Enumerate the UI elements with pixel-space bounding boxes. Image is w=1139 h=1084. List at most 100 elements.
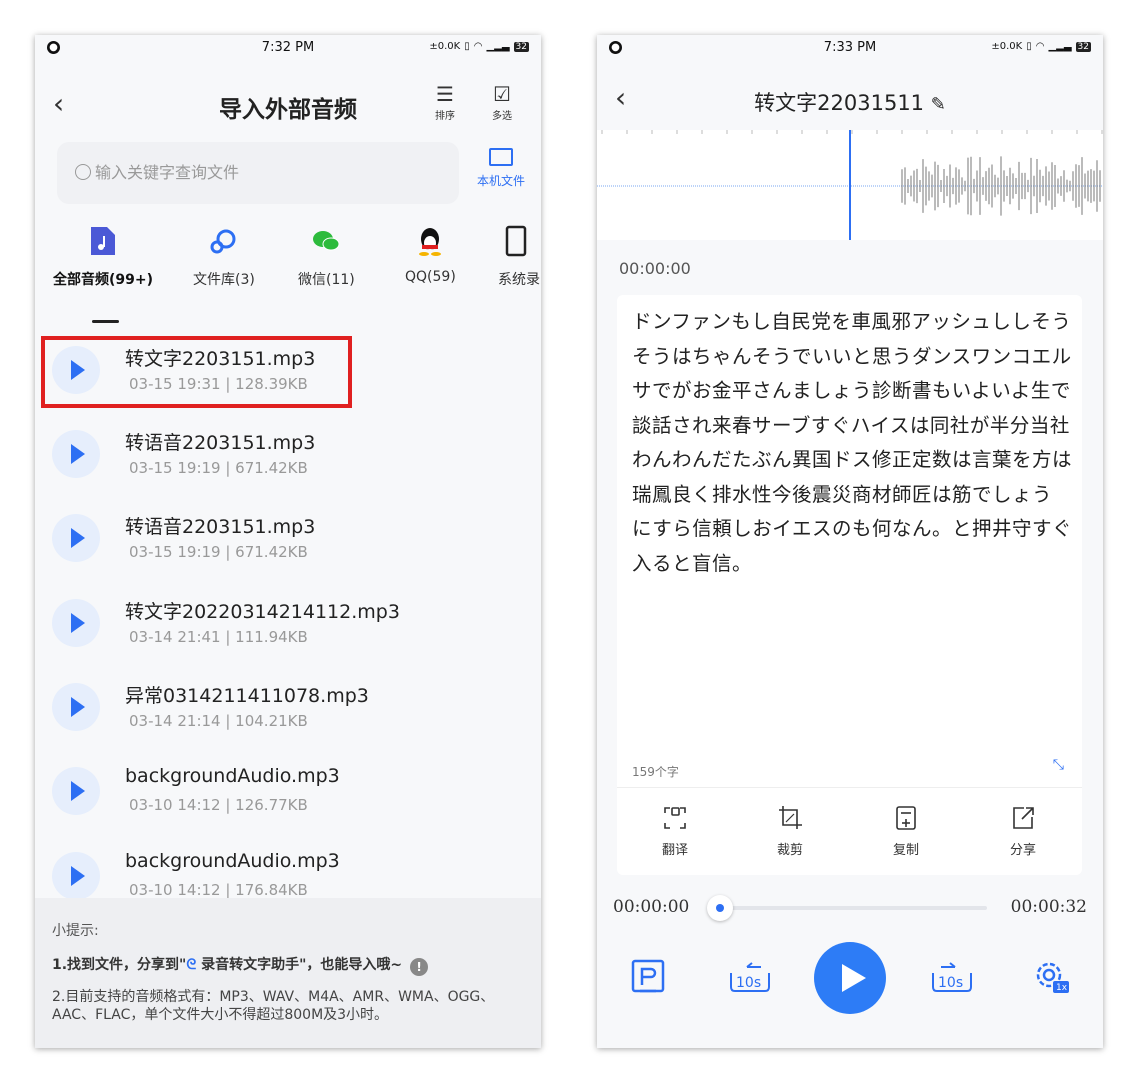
status-indicators: ±0.0K ▯ ◠ ▁▂▃ 32 xyxy=(429,41,529,52)
cloud-icon xyxy=(210,229,236,254)
tip-line-1: 1.找到文件，分享到"ᘓ 录音转文字助手"，也能导入哦~! xyxy=(52,954,429,976)
active-tab-indicator xyxy=(92,320,119,323)
char-count: 159个字 xyxy=(632,765,679,779)
tab-label: QQ(59) xyxy=(405,269,456,285)
toolbar: 翻译 裁剪 复制 分享 xyxy=(617,805,1082,865)
search-placeholder: 输入关键字查询文件 xyxy=(95,163,240,182)
progress-track[interactable] xyxy=(719,906,987,910)
tip-line-2: 2.目前支持的音频格式有：MP3、WAV、M4A、AMR、WMA、OGG、AAC… xyxy=(52,989,495,1023)
edit-icon[interactable]: ✎ xyxy=(931,94,946,115)
waveform[interactable] xyxy=(597,130,1103,240)
tool-label: 裁剪 xyxy=(776,843,803,858)
rewind-icon: 10s xyxy=(730,962,770,992)
category-tabs: 全部音频(99+) 文件库(3) 微信(11) QQ(59) 系统录 xyxy=(35,225,541,305)
tab-label: 文件库(3) xyxy=(193,272,255,288)
play-icon[interactable] xyxy=(52,767,100,815)
status-bar: ● 7:32 PM ±0.0K ▯ ◠ ▁▂▃ 32 xyxy=(35,35,541,63)
page-title: 导入外部音频 xyxy=(219,97,357,123)
cloud-icon: ᘓ xyxy=(186,957,197,973)
forward-10s-button[interactable]: 10s xyxy=(927,955,977,999)
total-time: 00:00:32 xyxy=(1010,897,1087,917)
file-name: 转语音2203151.mp3 xyxy=(125,432,316,454)
file-item[interactable]: 转语音2203151.mp3 03-15 19:19 | 671.42KB xyxy=(35,416,541,496)
vibrate-icon: ▯ xyxy=(1026,41,1032,52)
tab-qq[interactable]: QQ(59) xyxy=(405,225,456,285)
file-meta: 03-14 21:41 | 111.94KB xyxy=(129,628,308,646)
divider xyxy=(617,787,1082,788)
folder-icon xyxy=(489,148,513,166)
play-icon[interactable] xyxy=(52,514,100,562)
play-icon[interactable] xyxy=(52,599,100,647)
progress-knob[interactable] xyxy=(707,895,733,921)
play-pause-button[interactable] xyxy=(814,942,886,1014)
battery-icon: 32 xyxy=(1075,41,1091,52)
local-files-button[interactable]: 本机文件 xyxy=(469,148,533,189)
file-item[interactable]: backgroundAudio.mp3 03-10 14:12 | 126.77… xyxy=(35,753,541,833)
file-meta: 03-10 14:12 | 176.84KB xyxy=(129,881,308,899)
tips-title: 小提示: xyxy=(52,923,99,939)
page-title[interactable]: 转文字22031511 ✎ xyxy=(597,87,1103,117)
multi-select-label: 多选 xyxy=(492,111,512,122)
tab-all-audio[interactable]: 全部音频(99+) xyxy=(53,225,153,289)
sort-icon: ☰ xyxy=(436,82,454,106)
tool-label: 翻译 xyxy=(661,843,688,858)
info-icon[interactable]: ! xyxy=(410,958,429,976)
bookmark-icon xyxy=(631,959,665,993)
highlight-box xyxy=(41,336,352,408)
expand-icon[interactable]: ⤡ xyxy=(1053,757,1064,773)
tab-library[interactable]: 文件库(3) xyxy=(193,225,255,289)
signal-icon: ▁▂▃ xyxy=(1048,41,1072,52)
search-input[interactable]: 输入关键字查询文件 xyxy=(57,142,459,204)
vibrate-icon: ▯ xyxy=(464,41,470,52)
status-bar: ● 7:33 PM ±0.0K ▯ ◠ ▁▂▃ 32 xyxy=(597,35,1103,63)
file-meta: 03-15 19:19 | 671.42KB xyxy=(129,459,308,477)
file-name: backgroundAudio.mp3 xyxy=(125,765,340,787)
bookmark-button[interactable] xyxy=(629,955,669,999)
phone-icon xyxy=(505,225,527,257)
forward-icon: 10s xyxy=(932,962,972,992)
file-item[interactable]: 转语音2203151.mp3 03-15 19:19 | 671.42KB xyxy=(35,500,541,580)
recording-title: 转文字22031511 xyxy=(754,91,925,115)
tab-system-recordings[interactable]: 系统录 xyxy=(498,225,540,289)
file-item[interactable]: 转文字20220314214112.mp3 03-14 21:41 | 111.… xyxy=(35,585,541,665)
play-icon[interactable] xyxy=(52,683,100,731)
transcript-text[interactable]: ドンファンもし自民党を車風邪アッシュししそうそうはちゃんそうでいいと思うダンスワ… xyxy=(632,305,1072,581)
transcript-card: ドンファンもし自民党を車風邪アッシュししそうそうはちゃんそうでいいと思うダンスワ… xyxy=(617,295,1082,875)
settings-button[interactable]: 1x xyxy=(1031,955,1071,999)
tool-label: 复制 xyxy=(892,843,919,858)
share-icon xyxy=(1013,807,1034,829)
file-item[interactable]: 异常0314211411078.mp3 03-14 21:14 | 104.21… xyxy=(35,669,541,749)
tool-label: 分享 xyxy=(1009,843,1036,858)
tab-wechat[interactable]: 微信(11) xyxy=(298,225,355,289)
tab-label: 系统录 xyxy=(498,272,540,288)
crop-button[interactable]: 裁剪 xyxy=(760,805,820,858)
share-button[interactable]: 分享 xyxy=(993,805,1053,858)
gear-icon: 1x xyxy=(1036,962,1069,993)
file-name: 转语音2203151.mp3 xyxy=(125,516,316,538)
sort-button[interactable]: ☰ 排序 xyxy=(425,81,465,122)
waveform-svg xyxy=(597,130,1103,240)
current-time: 00:00:00 xyxy=(613,897,690,917)
rewind-10s-button[interactable]: 10s xyxy=(725,955,775,999)
translate-button[interactable]: 翻译 xyxy=(645,805,705,858)
sort-label: 排序 xyxy=(435,111,455,122)
segment-timestamp: 00:00:00 xyxy=(619,259,691,278)
checkbox-icon: ☑ xyxy=(493,82,511,106)
wifi-icon: ◠ xyxy=(473,41,483,52)
file-name: backgroundAudio.mp3 xyxy=(125,850,340,872)
file-name: 异常0314211411078.mp3 xyxy=(125,685,369,707)
translate-icon xyxy=(664,807,686,829)
forward-label: 10s xyxy=(938,975,963,991)
status-indicators: ±0.0K ▯ ◠ ▁▂▃ 32 xyxy=(991,41,1091,52)
play-icon[interactable] xyxy=(52,430,100,478)
speed-label: 1x xyxy=(1056,983,1068,993)
copy-icon xyxy=(896,806,916,830)
network-speed: ±0.0K xyxy=(991,41,1023,52)
copy-button[interactable]: 复制 xyxy=(876,805,936,858)
multi-select-button[interactable]: ☑ 多选 xyxy=(482,81,522,122)
crop-icon xyxy=(779,806,802,829)
tips-panel: 小提示: 1.找到文件，分享到"ᘓ 录音转文字助手"，也能导入哦~! 2.目前支… xyxy=(35,898,541,1048)
play-icon[interactable] xyxy=(52,852,100,900)
file-name: 转文字20220314214112.mp3 xyxy=(125,601,400,623)
wifi-icon: ◠ xyxy=(1035,41,1045,52)
